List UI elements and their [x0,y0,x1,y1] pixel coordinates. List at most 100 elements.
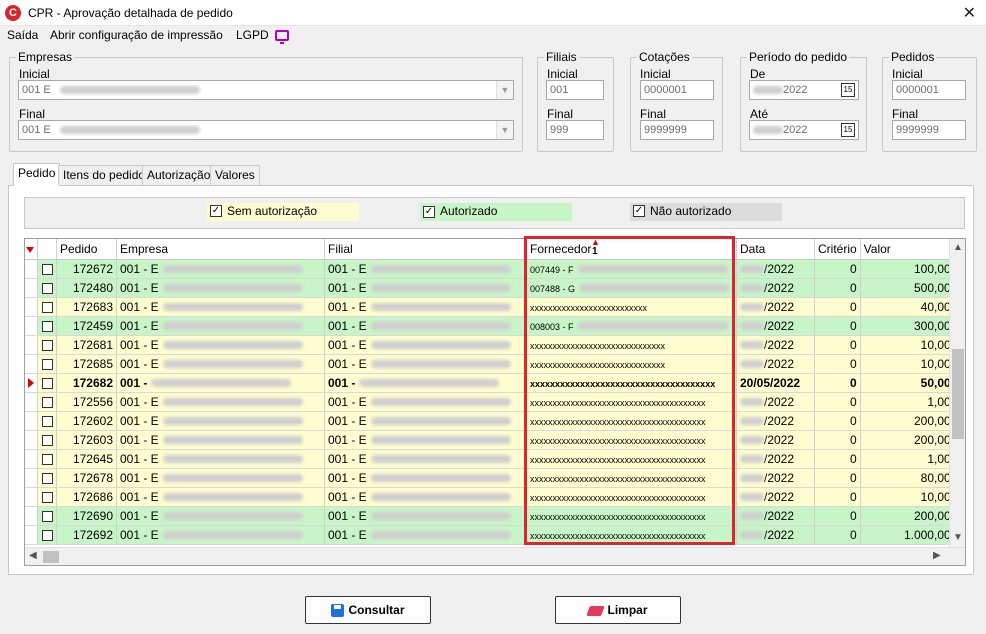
row-indicator [25,297,38,317]
checkbox-icon[interactable] [41,453,53,465]
cell-empresa-text: 001 - E [120,356,159,371]
table-row[interactable]: 172672 001 - E 001 - E 007449 - F/2022 0 100,… [25,259,955,279]
cotacao-final-field[interactable]: 9999999 [640,120,714,140]
checkbox-icon[interactable] [41,396,53,408]
table-row[interactable]: 172686 001 - E 001 - Exxxxxxxxxxxxxxxxxxxx… [25,487,955,507]
checkbox-icon[interactable] [41,529,53,541]
horizontal-scrollbar[interactable]: ◀ ▶ [25,547,965,565]
checkbox-icon[interactable] [41,415,53,427]
checkbox-checked-icon[interactable]: ✓ [210,205,222,217]
cell-filial-text: 001 - E [328,337,367,352]
checkbox-icon[interactable] [41,263,53,275]
redacted-text [370,284,511,293]
header-empresa[interactable]: Empresa [116,239,325,260]
tab-itens-do-pedido[interactable]: Itens do pedido [58,165,151,185]
table-row[interactable]: 172682 001 -001 - xxxxxxxxxxxxxxxxxxxxxxxx… [25,373,955,393]
table-row[interactable]: 172683 001 - E 001 - Exxxxxxxxxxxxxxxxxxxx… [25,297,955,317]
filial-inicial-field[interactable]: 001 [546,80,604,100]
menu-abrir-configuracao[interactable]: Abrir configuração de impressão [50,28,223,42]
header-criterio[interactable]: Critério [814,239,861,260]
table-row[interactable]: 172692 001 - E 001 - Exxxxxxxxxxxxxxxxxxxx… [25,525,955,545]
empresa-inicial-combo[interactable]: 001 E ▼ [18,80,514,100]
checkbox-icon[interactable] [41,510,53,522]
table-row[interactable]: 172690 001 - E 001 - Exxxxxxxxxxxxxxxxxxxx… [25,506,955,526]
header-pedido[interactable]: Pedido [56,239,117,260]
redacted-text [370,474,511,483]
cell-filial-text: 001 - E [328,489,367,504]
limpar-button[interactable]: Limpar [555,596,681,624]
header-filial[interactable]: Filial [324,239,527,260]
table-row[interactable]: 172556 001 - E 001 - Exxxxxxxxxxxxxxxxxxxx… [25,392,955,412]
cotacao-inicial-field[interactable]: 0000001 [640,80,714,100]
cell-filial-text: 001 - E [328,451,367,466]
table-row[interactable]: 172602 001 - E 001 - Exxxxxxxxxxxxxxxxxxxx… [25,411,955,431]
vertical-scroll-thumb[interactable] [952,349,964,439]
header-valor[interactable]: Valor [860,239,955,260]
table-row[interactable]: 172480 001 - E 001 - E 007488 - G/2022 0 500,… [25,278,955,298]
tab-valores[interactable]: Valores [210,165,260,185]
monitor-icon[interactable] [275,30,289,44]
checkbox-icon[interactable] [41,320,53,332]
checkbox-icon[interactable] [41,339,53,351]
checkbox-icon[interactable] [41,282,53,294]
table-row[interactable]: 172681 001 - E 001 - Exxxxxxxxxxxxxxxxxxxx… [25,335,955,355]
table-row[interactable]: 172678 001 - E 001 - Exxxxxxxxxxxxxxxxxxxx… [25,468,955,488]
horizontal-scroll-thumb[interactable] [43,551,59,563]
row-indicator [25,259,38,279]
cell-data-text: /2022 [764,394,795,409]
checkbox-icon[interactable] [41,377,53,389]
pedido-inicial-field[interactable]: 0000001 [892,80,966,100]
menu-saida[interactable]: Saída [7,28,38,42]
chevron-up-icon[interactable]: ▲ [953,242,963,253]
tab-autorizacao[interactable]: Autorização [142,165,216,185]
chevron-left-icon[interactable]: ◀ [29,550,37,561]
orders-grid[interactable]: Pedido Empresa Filial Fornecedor ▲ 1 Dat… [24,238,966,566]
checkbox-icon[interactable] [41,358,53,370]
cell-filial: 001 - E [324,278,527,298]
periodo-ate-field[interactable]: 2022 15 [749,120,859,140]
chevron-down-icon[interactable]: ▼ [953,532,963,543]
checkbox-checked-icon[interactable]: ✓ [633,205,645,217]
close-icon[interactable]: ✕ [963,3,976,23]
periodo-de-field[interactable]: 2022 15 [749,80,859,100]
filial-final-field[interactable]: 999 [546,120,604,140]
empresa-final-combo[interactable]: 001 E ▼ [18,120,514,140]
filter-sem-autorizacao[interactable]: ✓ Sem autorização [207,203,359,221]
limpar-label: Limpar [607,603,648,617]
filter-nao-autorizado[interactable]: ✓ Não autorizado [630,203,782,221]
checkbox-icon[interactable] [41,434,53,446]
table-row[interactable]: 172603 001 - E 001 - Exxxxxxxxxxxxxxxxxxxx… [25,430,955,450]
table-row[interactable]: 172645 001 - E 001 - Exxxxxxxxxxxxxxxxxxxx… [25,449,955,469]
checkbox-icon[interactable] [41,301,53,313]
tab-pedido[interactable]: Pedido [13,163,61,186]
table-row[interactable]: 172459 001 - E 001 - E 008003 - F/2022 0 300,… [25,316,955,336]
chevron-down-icon[interactable]: ▼ [496,121,513,139]
cell-filial-text: 001 - E [328,527,367,542]
consultar-button[interactable]: Consultar [305,596,431,624]
cell-data: /2022 [736,392,815,412]
pedido-final-field[interactable]: 9999999 [892,120,966,140]
chevron-down-icon[interactable]: ▼ [496,81,513,99]
vertical-scrollbar[interactable]: ▲ ▼ [949,239,965,547]
calendar-icon[interactable]: 15 [841,123,855,137]
sort-flag-icon[interactable] [25,239,38,260]
redacted-text [370,512,511,521]
header-data[interactable]: Data [736,239,815,260]
checkbox-icon[interactable] [41,491,53,503]
cell-valor: 100,00 [860,259,955,279]
checkbox-icon[interactable] [41,472,53,484]
menu-lgpd[interactable]: LGPD [236,28,269,42]
table-row[interactable]: 172685 001 - E 001 - Exxxxxxxxxxxxxxxxxxxx… [25,354,955,374]
periodo-de-label: De [750,67,766,81]
row-indicator [25,354,38,374]
checkbox-checked-icon[interactable]: ✓ [423,206,435,218]
cell-pedido: 172645 [56,449,117,469]
consultar-label: Consultar [348,603,405,617]
cell-valor: 500,00 [860,278,955,298]
cell-valor-text: 1,00 [927,451,951,466]
chevron-right-icon[interactable]: ▶ [933,550,941,561]
row-checkbox [37,278,57,298]
filter-autorizado[interactable]: ✓ Autorizado [420,203,572,221]
cell-filial: 001 - E [324,259,527,279]
calendar-icon[interactable]: 15 [841,83,855,97]
